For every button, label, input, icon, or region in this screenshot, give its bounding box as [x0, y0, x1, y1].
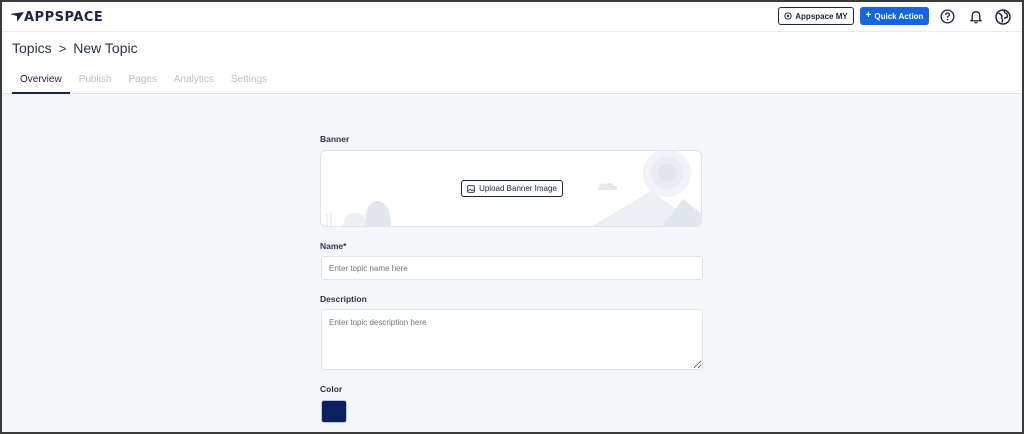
tab-settings[interactable]: Settings [223, 70, 275, 94]
banner-dropzone[interactable]: Upload Banner Image [320, 150, 702, 227]
banner-label: Banner [320, 134, 350, 144]
quick-action-button[interactable]: + Quick Action [860, 7, 929, 25]
upload-banner-label: Upload Banner Image [479, 184, 557, 193]
topic-description-input[interactable] [321, 309, 703, 370]
breadcrumb: Topics > New Topic [12, 40, 138, 56]
globe-icon[interactable] [994, 8, 1011, 25]
page-title: New Topic [73, 40, 138, 56]
tab-analytics[interactable]: Analytics [166, 70, 222, 94]
app-window: APPSPACE Appspace MY + Quick Action Topi… [2, 2, 1022, 432]
name-label: Name* [320, 241, 347, 251]
image-icon [467, 184, 475, 193]
logo-swoosh-icon [10, 12, 24, 22]
tab-publish[interactable]: Publish [71, 70, 120, 94]
appspace-my-button[interactable]: Appspace MY [778, 7, 854, 25]
tab-bar: Overview Publish Pages Analytics Setting… [12, 70, 276, 94]
quick-action-label: Quick Action [874, 11, 924, 21]
tab-pages[interactable]: Pages [121, 70, 165, 94]
help-icon[interactable] [939, 8, 956, 25]
color-swatch[interactable] [321, 400, 347, 423]
top-bar: APPSPACE Appspace MY + Quick Action [2, 2, 1022, 32]
bell-icon[interactable] [967, 8, 984, 25]
location-pin-icon [784, 12, 792, 20]
color-label: Color [320, 384, 343, 394]
tab-overview[interactable]: Overview [12, 70, 70, 94]
breadcrumb-separator: > [58, 40, 67, 56]
description-label: Description [320, 294, 367, 304]
breadcrumb-topics-link[interactable]: Topics [12, 40, 52, 56]
appspace-logo[interactable]: APPSPACE [10, 9, 103, 25]
appspace-my-label: Appspace MY [795, 11, 848, 21]
plus-icon: + [865, 10, 872, 21]
topic-name-input[interactable] [321, 256, 703, 280]
upload-banner-button[interactable]: Upload Banner Image [461, 180, 563, 197]
page-header: Topics > New Topic Overview Publish Page… [2, 32, 1022, 94]
logo-text: APPSPACE [24, 9, 104, 25]
